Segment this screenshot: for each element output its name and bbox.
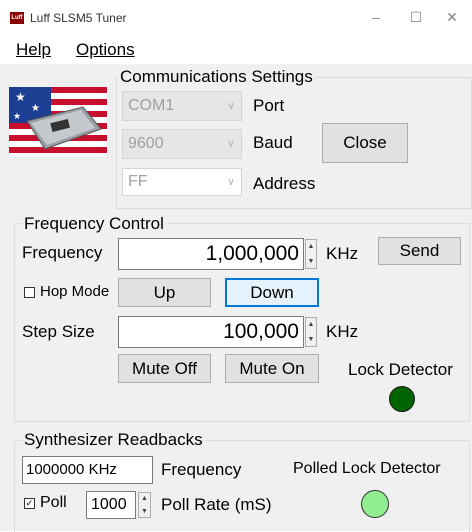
spin-up-icon[interactable]: ▲ [306,243,316,251]
close-button[interactable]: Close [322,123,408,163]
minimize-button[interactable]: – [356,6,396,28]
lock-detector-label: Lock Detector [348,360,453,379]
spin-down-icon[interactable]: ▼ [306,336,316,344]
menu-options[interactable]: Options [76,40,135,60]
baud-label: Baud [253,133,293,152]
frequency-input[interactable]: 1,000,000 [118,238,304,270]
svg-text:★: ★ [31,103,40,114]
poll-rate-input[interactable]: 1000 [86,491,136,519]
baud-select[interactable]: 9600 ∨ [122,129,242,159]
readbacks-groupbox [14,440,470,532]
chevron-down-icon: ∨ [226,138,235,150]
flag-device-image: ★ ★ ★ [9,87,107,157]
send-button[interactable]: Send [378,237,461,265]
window-title: Luff SLSM5 Tuner [30,11,127,25]
readbacks-title: Synthesizer Readbacks [22,430,205,450]
poll-rate-label: Poll Rate (mS) [161,495,272,514]
freq-control-title: Frequency Control [22,214,166,234]
frequency-spinner[interactable]: ▲ ▼ [305,239,317,269]
spin-up-icon[interactable]: ▲ [139,495,150,503]
svg-text:★: ★ [13,111,21,121]
spin-up-icon[interactable]: ▲ [306,321,316,329]
poll-label: Poll [40,494,67,511]
readback-frequency-label: Frequency [161,460,242,479]
poll-rate-spinner[interactable]: ▲ ▼ [138,492,151,518]
frequency-label: Frequency [22,243,103,262]
readback-frequency-field: 1000000 KHz [22,456,153,484]
address-label: Address [253,174,316,193]
up-button[interactable]: Up [118,278,211,307]
frequency-unit: KHz [326,244,359,263]
comms-title: Communications Settings [118,67,315,87]
chevron-down-icon: ∨ [226,176,235,188]
app-icon: Luff [10,12,24,24]
svg-text:★: ★ [15,90,26,104]
step-size-spinner[interactable]: ▲ ▼ [305,317,317,347]
chevron-down-icon: ∨ [226,100,235,112]
poll-checkbox[interactable]: ✓ [24,498,35,509]
address-select[interactable]: FF ∨ [122,168,242,196]
menu-bar [0,36,472,64]
port-select[interactable]: COM1 ∨ [122,91,242,121]
down-button[interactable]: Down [225,278,319,307]
spin-down-icon[interactable]: ▼ [139,508,150,516]
close-window-button[interactable]: ✕ [432,6,472,28]
menu-help[interactable]: Help [16,40,51,60]
lock-detector-indicator [389,386,415,412]
polled-lock-detector-label: Polled Lock Detector [293,460,441,477]
hop-mode-checkbox[interactable] [24,287,35,298]
step-size-input[interactable]: 100,000 [118,316,304,348]
spin-down-icon[interactable]: ▼ [306,258,316,266]
mute-on-button[interactable]: Mute On [225,354,319,383]
mute-off-button[interactable]: Mute Off [118,354,211,383]
step-size-unit: KHz [326,322,359,341]
hop-mode-label: Hop Mode [40,283,110,300]
polled-lock-detector-indicator [361,490,389,518]
step-size-label: Step Size [22,322,95,341]
port-label: Port [253,96,285,115]
maximize-button[interactable]: ☐ [396,6,436,28]
